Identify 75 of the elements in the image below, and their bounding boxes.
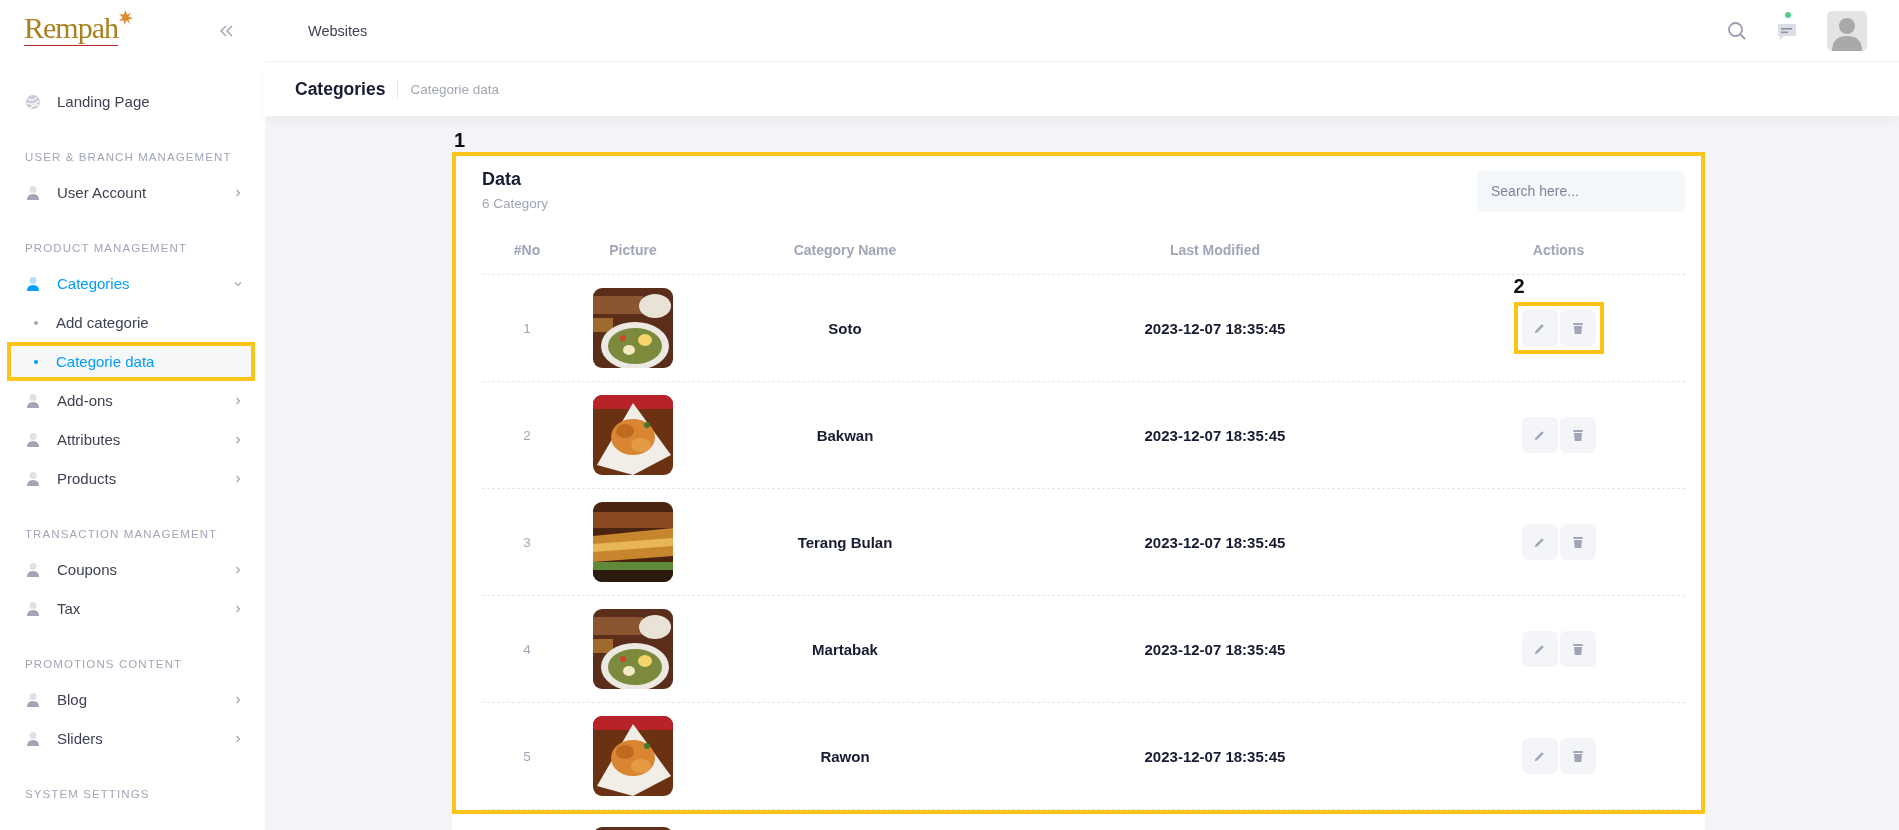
globe-icon [25,93,41,110]
card-title: Data [482,169,522,190]
section-heading: TRANSACTION MANAGEMENT [25,527,219,542]
sidebar-item[interactable]: Coupons [8,550,257,589]
last-modified: 2023-12-07 18:35:45 [1144,319,1286,337]
row-number: 1 [523,320,531,336]
delete-button[interactable] [1559,310,1596,346]
sidebar-subitem[interactable]: Add categorie [8,303,257,342]
sidebar-item[interactable]: Tax [8,589,257,628]
delete-button[interactable] [1559,631,1596,667]
section-heading: PROMOTIONS CONTENT [25,657,184,672]
user-icon [25,691,41,708]
user-icon [25,184,41,201]
row-number: 5 [523,748,531,764]
user-icon [25,730,41,747]
section-heading: USER & BRANCH MANAGEMENT [25,150,233,165]
category-name: Bakwan [816,426,874,444]
topbar-title: Websites [308,22,368,39]
column-header: #No [513,242,541,258]
last-modified: 2023-12-07 18:35:45 [1144,533,1286,551]
column-header: Category Name [793,242,897,258]
sidebar-item[interactable]: Blog [8,680,257,719]
user-icon [25,561,41,578]
user-icon [25,431,41,448]
search-icon[interactable] [1727,20,1747,41]
column-header: Last Modified [1169,242,1261,258]
section-heading: PRODUCT MANAGEMENT [25,241,189,256]
delete-button[interactable] [1559,738,1596,774]
row-number: 4 [523,641,531,657]
avatar-icon[interactable] [1827,10,1867,51]
sidebar-item[interactable]: Add-ons [8,381,257,420]
callout-number: 2 [1513,275,1525,298]
bullet-icon [34,359,38,364]
card-subtitle: 6 Category [482,196,549,211]
callout-number: 1 [454,129,466,152]
section-heading: SYSTEM SETTINGS [25,787,151,802]
edit-button[interactable] [1521,417,1558,453]
trash-icon [1571,642,1584,656]
search-field[interactable]: Search here... [1477,170,1685,212]
edit-button[interactable] [1521,631,1558,667]
sidebar-item[interactable]: Landing Page [8,82,257,121]
last-modified: 2023-12-07 18:35:45 [1144,640,1286,658]
category-name: Soto [828,319,862,337]
edit-button[interactable] [1521,524,1558,560]
last-modified: 2023-12-07 18:35:45 [1144,747,1286,765]
trash-icon [1571,428,1584,442]
row-number: 2 [523,427,531,443]
sidebar-item[interactable]: User Account [8,173,257,212]
user-icon [25,275,41,292]
sidebar-item[interactable]: Attributes [8,420,257,459]
trash-icon [1571,321,1584,335]
sidebar-item[interactable]: Sliders [8,719,257,758]
trash-icon [1571,749,1584,763]
column-header: Actions [1532,242,1585,258]
edit-button[interactable] [1521,738,1558,774]
category-name: Terang Bulan [797,533,893,551]
trash-icon [1571,535,1584,549]
user-icon [25,600,41,617]
row-number: 3 [523,534,531,550]
star-icon [118,8,134,26]
collapse-icon[interactable] [220,25,234,37]
column-header: Picture [609,242,657,258]
page-title: Categories [295,78,386,100]
delete-button[interactable] [1559,417,1596,453]
delete-button[interactable] [1559,524,1596,560]
user-icon [25,392,41,409]
category-name: Martabak [812,640,878,658]
user-icon [25,470,41,487]
last-modified: 2023-12-07 18:35:45 [1144,426,1286,444]
sidebar-item[interactable]: Products [8,459,257,498]
bullet-icon [34,320,38,325]
breadcrumb: Categorie data [410,81,499,97]
edit-button[interactable] [1521,310,1558,346]
category-name: Rawon [820,747,870,765]
brand-logo: Rempah [24,10,118,46]
